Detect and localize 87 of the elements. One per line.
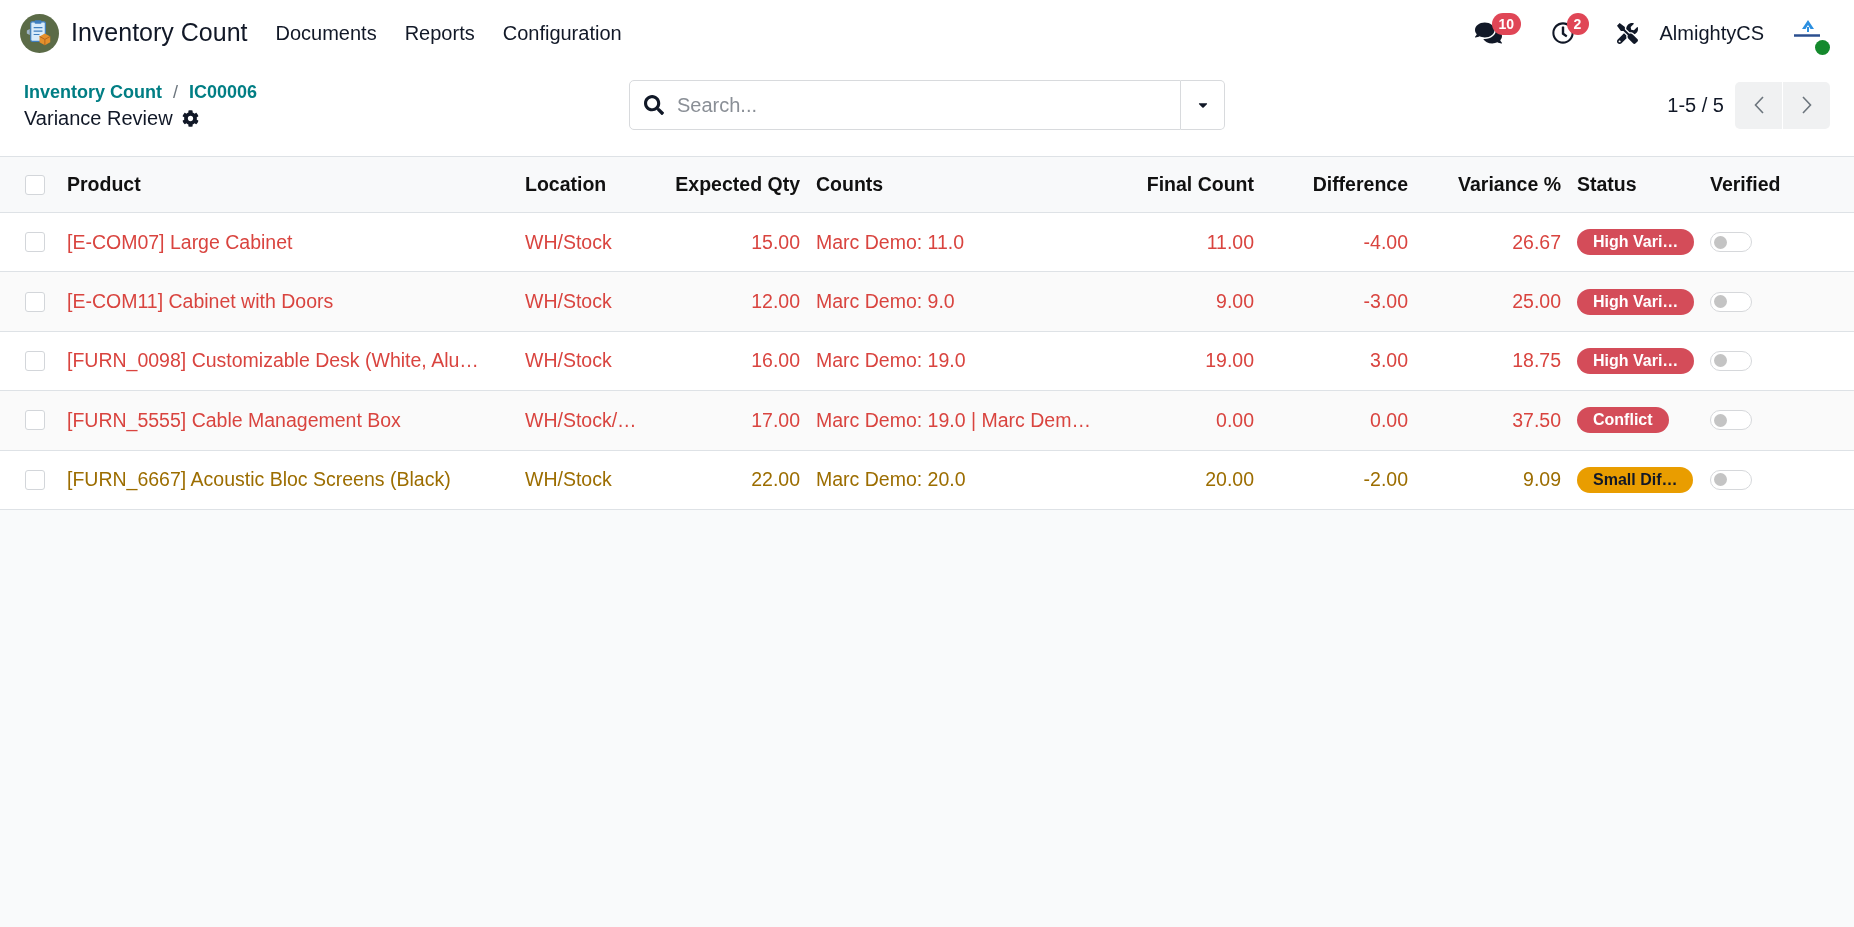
location-text: WH/Stock [525,288,612,314]
breadcrumb-link[interactable]: Inventory Count [24,78,162,106]
activity-count-badge: 2 [1566,13,1589,35]
location-text: WH/Stock [525,348,612,374]
column-header[interactable]: Status [1577,169,1637,200]
row-checkbox[interactable] [25,291,45,312]
menu-item[interactable]: Documents [261,13,391,53]
difference-value: 3.00 [1370,348,1408,374]
difference-value: -4.00 [1363,229,1408,255]
location-text: WH/Stock [525,229,612,255]
product-name: [FURN_0098] Customizable Desk (White, Alu… [67,348,479,374]
status-badge: High Vari… [1577,347,1695,374]
product-name: [FURN_6667] Acoustic Bloc Screens (Black) [67,467,451,493]
variance-percent: 18.75 [1512,348,1561,374]
chevron-right-icon [1801,96,1812,114]
row-checkbox[interactable] [25,232,45,253]
counts-text: Marc Demo: 20.0 [816,467,966,493]
final-count: 11.00 [1206,229,1254,255]
tools-icon[interactable] [1616,22,1638,44]
row-checkbox[interactable] [25,350,45,371]
column-header[interactable]: Counts [816,169,884,200]
status-badge: Small Dif… [1577,466,1694,493]
expected-qty: 12.00 [751,288,800,314]
difference-value: -3.00 [1363,288,1408,314]
app-title[interactable]: Inventory Count [71,14,248,52]
final-count: 9.00 [1216,288,1254,314]
column-header[interactable]: Variance % [1458,169,1561,200]
row-checkbox[interactable] [25,410,45,431]
product-name: [E-COM11] Cabinet with Doors [67,288,334,314]
column-header[interactable]: Final Count [1146,169,1254,200]
settings-icon[interactable] [181,109,199,127]
table-row[interactable]: [FURN_6667] Acoustic Bloc Screens (Black) WH/Stock 22.00 Marc Demo: 20.0 20.00 -2.00 9.09 Small Dif… [0,450,1854,510]
counts-text: Marc Demo: 19.0 [816,348,966,374]
difference-value: -2.00 [1363,467,1408,493]
verified-toggle[interactable] [1710,469,1752,490]
table-row[interactable]: [FURN_0098] Customizable Desk (White, Alu… WH/Stock 16.00 Marc Demo: 19.0 19.00 3.00 18.75 High Vari… [0,331,1854,392]
location-text: WH/Stock/… [525,407,637,433]
expected-qty: 16.00 [751,348,800,374]
search-field[interactable]: Search... [629,80,1181,130]
message-count-badge: 10 [1491,13,1522,35]
variance-percent: 25.00 [1512,288,1561,314]
breadcrumb-separator: / [173,80,178,104]
column-header[interactable]: Difference [1312,169,1408,200]
row-checkbox[interactable] [25,469,45,490]
product-name: [E-COM07] Large Cabinet [67,229,293,255]
difference-value: 0.00 [1370,407,1408,433]
column-header[interactable]: Verified [1710,169,1781,200]
final-count: 19.00 [1205,348,1254,374]
expected-qty: 17.00 [751,407,800,433]
verified-toggle[interactable] [1710,350,1752,371]
verified-toggle[interactable] [1710,232,1752,253]
company-name[interactable]: AlmightyCS [1659,18,1764,48]
counts-text: Marc Demo: 19.0 | Marc Dem… [816,407,1091,433]
product-name: [FURN_5555] Cable Management Box [67,407,401,434]
expected-qty: 22.00 [751,467,800,493]
final-count: 20.00 [1205,467,1254,493]
verified-toggle[interactable] [1710,410,1752,431]
search-options-button[interactable] [1181,80,1225,130]
app-logo-icon[interactable] [20,13,59,53]
chevron-left-icon [1753,96,1764,114]
verified-toggle[interactable] [1710,291,1752,312]
table-row[interactable]: [E-COM07] Large Cabinet WH/Stock 15.00 Marc Demo: 11.0 11.00 -4.00 26.67 High Vari… [0,213,1854,273]
counts-text: Marc Demo: 9.0 [816,288,955,314]
expected-qty: 15.00 [751,229,800,255]
variance-percent: 9.09 [1523,467,1561,493]
column-header[interactable]: Expected Qty [675,169,800,200]
previous-page-button[interactable] [1735,81,1782,129]
column-header[interactable]: Location [525,169,607,200]
clock-icon[interactable] [1551,22,1574,44]
menu-item[interactable]: Configuration [488,13,636,53]
variance-percent: 37.50 [1512,407,1561,433]
pager-range[interactable]: 1-5 / 5 [1667,90,1724,120]
counts-text: Marc Demo: 11.0 [816,229,965,255]
page-title: Variance Review [24,106,173,131]
status-badge: Conflict [1577,407,1669,434]
menu-item[interactable]: Reports [390,13,489,53]
breadcrumb-link[interactable]: IC00006 [189,78,258,106]
status-badge: High Vari… [1577,288,1695,315]
next-page-button[interactable] [1783,81,1830,129]
select-all-checkbox[interactable] [25,174,45,195]
search-icon [644,95,664,115]
column-header[interactable]: Product [67,169,141,200]
online-status-icon [1815,40,1830,55]
location-text: WH/Stock [525,467,612,493]
status-badge: High Vari… [1577,229,1695,256]
variance-percent: 26.67 [1512,229,1561,255]
final-count: 0.00 [1216,407,1254,433]
